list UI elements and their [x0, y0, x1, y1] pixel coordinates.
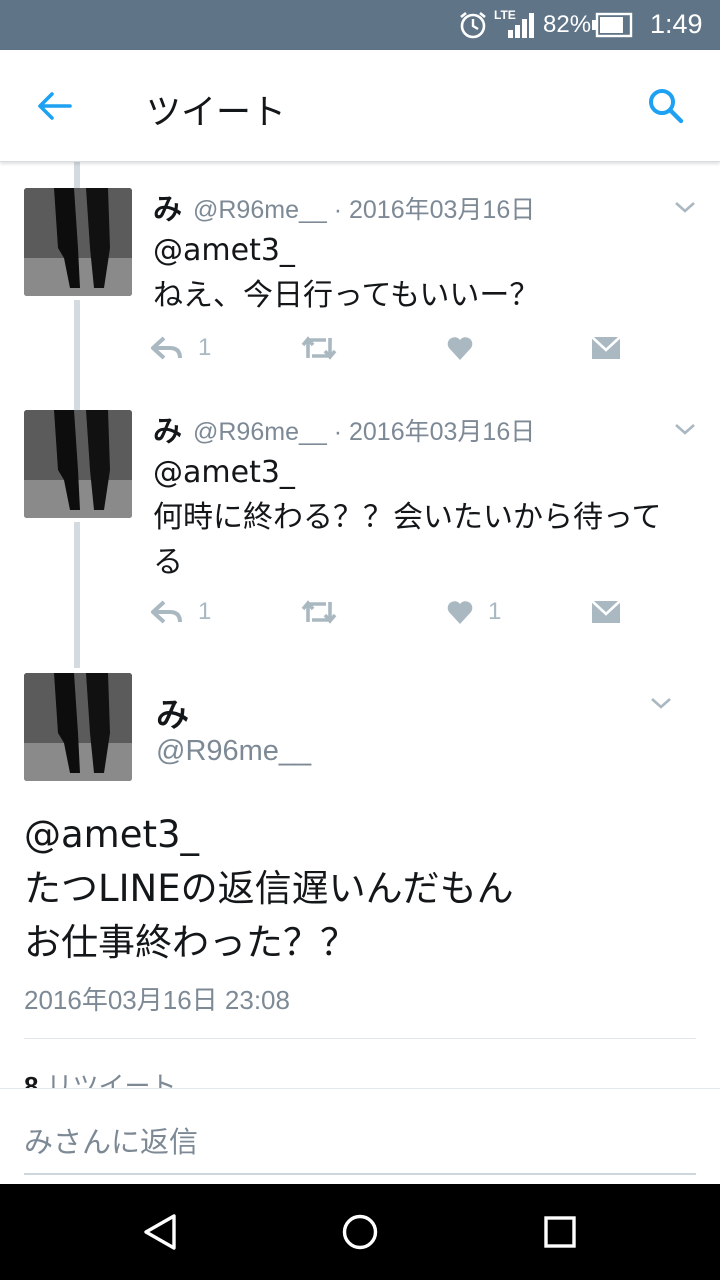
thread-connector	[74, 522, 80, 668]
tweet-meta: @R96me__ · 2016年03月16日	[193, 196, 536, 224]
app-header: ツイート	[0, 50, 720, 162]
retweet-icon	[301, 600, 337, 624]
battery-percent: 82%	[543, 11, 592, 38]
reply-action[interactable]: 1	[150, 328, 211, 368]
retweet-action[interactable]	[300, 328, 338, 368]
status-bar: LTE 82% 1:49	[0, 0, 720, 50]
page-title: ツイート	[146, 93, 287, 133]
thread-connector	[74, 300, 80, 410]
reply-input[interactable]: みさんに返信	[24, 1119, 198, 1161]
heart-icon	[447, 337, 473, 360]
navigation-bar	[0, 1184, 720, 1280]
avatar-image	[24, 410, 132, 518]
reply-icon	[151, 600, 182, 624]
nav-home-icon	[342, 1214, 378, 1250]
tweet-actions: 1 1	[150, 592, 650, 632]
chevron-down-icon[interactable]	[670, 414, 700, 444]
retweet-count[interactable]: 8 リツイート	[24, 1066, 176, 1088]
like-action[interactable]: 1	[446, 592, 501, 632]
nav-back-button[interactable]	[138, 1210, 182, 1254]
tweet-text: @amet3_ たつLINEの返信遅いんだもん お仕事終わった？？	[24, 813, 514, 964]
chevron-down-icon[interactable]	[646, 688, 676, 718]
avatar[interactable]	[24, 673, 132, 781]
tweet-text: @amet3_ ねえ、今日行ってもいいー？	[153, 233, 540, 313]
thread-connector	[74, 162, 80, 188]
display-name[interactable]: み	[156, 688, 189, 736]
display-name[interactable]: み	[153, 186, 182, 228]
direct-message-icon	[591, 600, 621, 623]
chevron-down-icon[interactable]	[670, 192, 700, 222]
clock: 1:49	[650, 9, 703, 39]
search-icon	[649, 89, 684, 124]
search-button[interactable]	[636, 76, 696, 136]
avatar[interactable]	[24, 410, 132, 518]
avatar-image	[24, 188, 132, 296]
user-handle[interactable]: @R96me__	[156, 735, 311, 768]
dm-action[interactable]	[590, 328, 622, 368]
tweet-actions: 1	[150, 328, 650, 368]
nav-recents-icon	[544, 1216, 576, 1248]
tweet-meta: @R96me__ · 2016年03月16日	[193, 418, 536, 446]
tweet-timestamp: 2016年03月16日 23:08	[24, 985, 290, 1015]
back-button[interactable]	[24, 76, 84, 136]
nav-recents-button[interactable]	[538, 1210, 582, 1254]
retweet-action[interactable]	[300, 592, 338, 632]
avatar[interactable]	[24, 188, 132, 296]
reply-bar: みさんに返信	[0, 1088, 720, 1184]
retweet-icon	[301, 336, 337, 360]
direct-message-icon	[591, 336, 621, 359]
signal-icon	[508, 13, 534, 38]
battery-icon	[592, 12, 633, 38]
nav-home-button[interactable]	[338, 1210, 382, 1254]
like-action[interactable]	[446, 328, 488, 368]
reply-icon	[151, 336, 182, 360]
display-name[interactable]: み	[153, 408, 182, 450]
arrow-left-icon	[38, 92, 72, 120]
reply-input-underline	[24, 1173, 696, 1175]
divider	[24, 1038, 696, 1039]
dm-action[interactable]	[590, 592, 622, 632]
alarm-icon	[460, 11, 486, 39]
heart-icon	[447, 601, 473, 624]
avatar-image	[24, 673, 132, 781]
reply-action[interactable]: 1	[150, 592, 211, 632]
nav-back-icon	[144, 1214, 176, 1250]
tweet-text: @amet3_ 何時に終わる？？会いたいから待って る	[153, 455, 662, 580]
